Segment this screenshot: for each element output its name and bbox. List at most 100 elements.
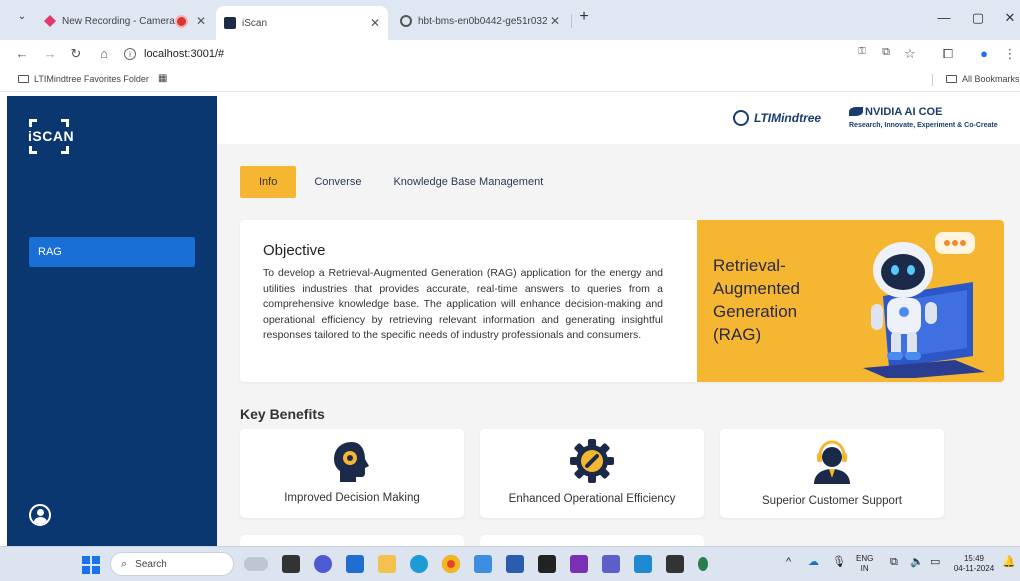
- apps-grid-icon[interactable]: ▦: [158, 73, 167, 84]
- tab-converse[interactable]: Converse: [300, 166, 375, 198]
- bookmark-label: All Bookmarks: [962, 74, 1020, 84]
- media-app-icon[interactable]: [666, 555, 684, 573]
- benefit-label: Improved Decision Making: [284, 492, 420, 504]
- app-header: LTIMindtree NVIDIA AI COE Research, Inno…: [217, 96, 1020, 144]
- windows-taskbar: ⌕ Search ^ ☁ 🎙 ENG IN ⧉ 🔈 ▭ 15:49 04-11-…: [0, 546, 1020, 581]
- benefit-label: Superior Customer Support: [762, 495, 902, 507]
- ltimindtree-logo: LTIMindtree: [733, 110, 821, 126]
- windows-start-icon[interactable]: [82, 556, 100, 574]
- tab-label: New Recording - Camera: [62, 15, 175, 27]
- onenote-icon[interactable]: [570, 555, 588, 573]
- bookmark-all-bookmarks[interactable]: All Bookmarks: [946, 74, 1020, 84]
- close-icon[interactable]: ✕: [370, 16, 380, 30]
- folder-icon: [946, 75, 957, 83]
- benefit-card-customer-support: Superior Customer Support: [720, 429, 944, 518]
- user-account-icon[interactable]: [29, 504, 51, 526]
- sidebar-item-rag[interactable]: RAG: [29, 237, 195, 267]
- snipping-tool-icon[interactable]: [506, 555, 524, 573]
- robot-laptop-illustration: [863, 232, 985, 378]
- tray-chevron-icon[interactable]: ^: [786, 557, 791, 568]
- close-window-icon[interactable]: ✕: [1000, 10, 1020, 26]
- key-icon[interactable]: ⚿: [854, 46, 870, 57]
- ltim-logo-text: LTIMindtree: [754, 111, 822, 125]
- iscan-favicon-icon: [224, 17, 236, 29]
- benefit-label: Enhanced Operational Efficiency: [508, 493, 676, 505]
- tab-separator: [571, 14, 572, 28]
- taskbar-search[interactable]: ⌕ Search: [110, 552, 234, 576]
- reload-icon[interactable]: ↻: [68, 46, 84, 62]
- task-view-icon[interactable]: [282, 555, 300, 573]
- back-arrow-icon[interactable]: ←: [14, 46, 30, 61]
- gear-wrench-icon: [570, 439, 614, 483]
- site-info-icon[interactable]: i: [124, 48, 136, 60]
- bookmark-favorites-folder[interactable]: LTIMindtree Favorites Folder: [18, 74, 149, 84]
- new-tab-button[interactable]: +: [574, 8, 594, 26]
- profile-icon[interactable]: ●: [976, 46, 992, 61]
- mic-icon[interactable]: 🎙: [832, 557, 846, 568]
- language-indicator[interactable]: ENG IN: [856, 554, 873, 574]
- clock-time: 15:49: [963, 554, 985, 563]
- objective-title: Objective: [263, 242, 326, 259]
- browser-tab-iscan[interactable]: iScan ✕: [216, 6, 388, 40]
- volume-icon[interactable]: 🔈: [910, 557, 924, 568]
- teams-icon[interactable]: [602, 555, 620, 573]
- menu-dots-icon[interactable]: ⋮: [1002, 46, 1018, 62]
- close-icon[interactable]: ✕: [196, 14, 206, 28]
- benefit-card-operational-efficiency: Enhanced Operational Efficiency: [480, 429, 704, 518]
- nvidia-eye-icon: [849, 107, 863, 116]
- tab-info[interactable]: Info: [240, 166, 297, 198]
- notification-bell-icon[interactable]: 🔔: [1002, 557, 1016, 568]
- logo-text: iSCAN: [28, 128, 75, 144]
- tab-knowledge-base-management[interactable]: Knowledge Base Management: [379, 166, 557, 198]
- notepad-icon[interactable]: [474, 555, 492, 573]
- camera-favicon-icon: [44, 15, 56, 27]
- file-explorer-icon[interactable]: [378, 555, 396, 573]
- address-bar: ← → ↻ ⌂ i localhost:3001/# ⚿ ⧉ ☆ ⧠ ● ⋮: [0, 40, 1020, 68]
- onedrive-icon[interactable]: ☁: [808, 557, 819, 568]
- clock[interactable]: 15:49 04-11-2024: [952, 554, 996, 574]
- ltim-ring-icon: [733, 110, 749, 126]
- restore-icon[interactable]: ▢: [968, 10, 988, 26]
- globe-favicon-icon: [400, 15, 412, 27]
- tab-search-chevron-icon[interactable]: ⌄: [12, 11, 32, 22]
- chrome-icon[interactable]: [442, 555, 460, 573]
- brain-gear-icon: [334, 442, 369, 482]
- widgets-icon[interactable]: [244, 557, 268, 571]
- clock-date: 04-11-2024: [953, 564, 995, 573]
- nvidia-title: NVIDIA AI COE: [849, 106, 1014, 118]
- edge-icon[interactable]: [410, 555, 428, 573]
- forward-arrow-icon[interactable]: →: [42, 46, 58, 61]
- recording-dot-icon: [177, 16, 186, 26]
- extensions-icon[interactable]: ⧠: [940, 46, 956, 62]
- battery-icon[interactable]: ▭: [930, 557, 940, 568]
- minimize-icon[interactable]: —: [934, 10, 954, 25]
- main-content: Info Converse Knowledge Base Management …: [217, 144, 1020, 546]
- url-field[interactable]: i localhost:3001/#: [124, 44, 824, 64]
- bookmarks-bar: LTIMindtree Favorites Folder ▦ All Bookm…: [0, 68, 1020, 92]
- browser-tab-strip: ⌄ New Recording - Camera ✕ iScan ✕ hbt-b…: [0, 0, 1020, 40]
- sidebar-item-label: RAG: [38, 246, 62, 258]
- home-icon[interactable]: ⌂: [96, 46, 112, 61]
- vscode-icon[interactable]: [634, 555, 652, 573]
- network-icon[interactable]: ⧉: [890, 557, 898, 568]
- browser-tab-recording[interactable]: New Recording - Camera ✕: [36, 6, 214, 36]
- search-placeholder: Search: [135, 558, 167, 570]
- cast-icon[interactable]: ⧉: [878, 46, 894, 59]
- sidebar: iSCAN RAG: [7, 96, 217, 546]
- search-icon: ⌕: [121, 557, 128, 570]
- star-icon[interactable]: ☆: [902, 46, 918, 62]
- rag-hero-banner: Retrieval-Augmented Generation (RAG): [697, 220, 1004, 382]
- maps-pin-icon[interactable]: [698, 557, 708, 571]
- tab-label: hbt-bms-en0b0442-ge51r0321: [418, 15, 548, 27]
- close-icon[interactable]: ✕: [550, 14, 560, 28]
- browser-tab-hbt[interactable]: hbt-bms-en0b0442-ge51r0321 ✕: [392, 6, 568, 36]
- chat-app-icon[interactable]: [314, 555, 332, 573]
- key-benefits-title: Key Benefits: [240, 406, 325, 422]
- objective-text: To develop a Retrieval-Augmented Generat…: [263, 267, 663, 341]
- hero-text: Retrieval-Augmented Generation (RAG): [713, 256, 800, 344]
- nvidia-tagline: Research, Innovate, Experiment & Co-Crea…: [849, 122, 998, 129]
- outlook-icon[interactable]: [346, 555, 364, 573]
- terminal-icon[interactable]: [538, 555, 556, 573]
- benefit-card-partial: [240, 535, 464, 546]
- folder-icon: [18, 75, 29, 83]
